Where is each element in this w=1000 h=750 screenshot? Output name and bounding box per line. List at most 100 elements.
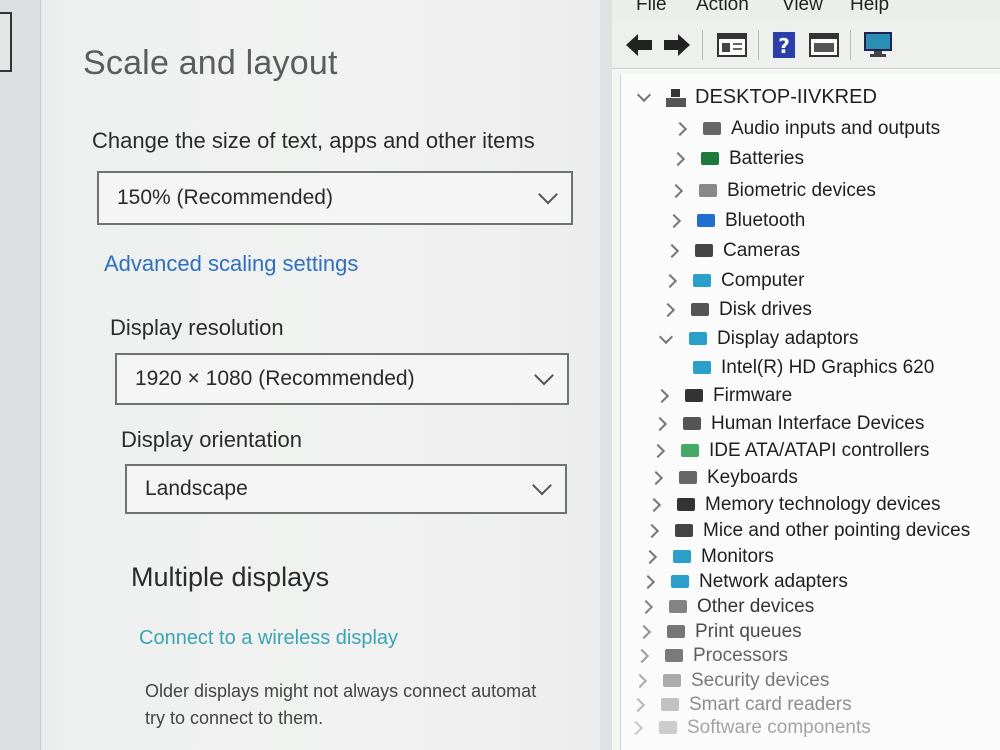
back-arrow-icon[interactable] <box>624 30 654 60</box>
scale-value: 150% (Recommended) <box>117 186 333 209</box>
software-icon <box>659 721 677 734</box>
device-category[interactable]: Software components <box>628 717 871 739</box>
device-category[interactable]: Firmware <box>654 385 792 407</box>
device-category[interactable]: Display adaptors <box>658 328 859 350</box>
advanced-scaling-link[interactable]: Advanced scaling settings <box>104 251 358 277</box>
fingerprint-icon <box>699 184 717 197</box>
chevron-down-icon[interactable] <box>658 329 674 344</box>
device-category-label: Display adaptors <box>717 328 859 349</box>
display-adapter-icon <box>693 361 711 374</box>
device-category-label: Disk drives <box>719 299 812 320</box>
chevron-right-icon[interactable] <box>644 523 660 539</box>
scale-dropdown[interactable]: 150% (Recommended) <box>97 171 573 225</box>
device-category[interactable]: IDE ATA/ATAPI controllers <box>650 440 930 462</box>
chevron-right-icon[interactable] <box>652 416 668 432</box>
chevron-right-icon[interactable] <box>650 443 666 459</box>
chevron-down-icon[interactable] <box>636 87 652 103</box>
bluetooth-icon <box>697 214 715 227</box>
chevron-right-icon[interactable] <box>672 121 688 137</box>
device-item[interactable]: Intel(R) HD Graphics 620 <box>691 357 934 379</box>
chevron-right-icon[interactable] <box>648 470 664 486</box>
battery-icon <box>701 152 719 165</box>
help-icon[interactable]: ? <box>770 30 798 60</box>
forward-arrow-icon[interactable] <box>662 30 692 60</box>
menu-view[interactable]: View <box>782 0 823 16</box>
device-category[interactable]: Other devices <box>638 596 814 618</box>
older-displays-line2: try to connect to them. <box>145 708 324 728</box>
device-category[interactable]: Smart card readers <box>630 694 852 716</box>
network-icon <box>671 575 689 588</box>
mouse-icon <box>675 524 693 537</box>
resolution-dropdown[interactable]: 1920 × 1080 (Recommended) <box>115 353 569 405</box>
chevron-right-icon[interactable] <box>628 720 644 736</box>
other-device-icon <box>669 600 687 613</box>
device-category[interactable]: Print queues <box>636 621 802 643</box>
device-tree: DESKTOP-IIVKRED Audio inputs and outputs… <box>620 74 1000 750</box>
device-category-label: Mice and other pointing devices <box>703 520 971 541</box>
device-category-label: Cameras <box>723 240 801 261</box>
toolbar-separator <box>702 30 703 60</box>
device-category-label: Print queues <box>695 621 802 642</box>
toolbar-separator <box>850 30 851 60</box>
menu-action[interactable]: Action <box>696 0 749 16</box>
chevron-right-icon[interactable] <box>646 497 662 513</box>
device-category[interactable]: Bluetooth <box>666 210 806 232</box>
camera-icon <box>695 244 713 257</box>
device-category[interactable]: Memory technology devices <box>646 494 941 516</box>
svg-text:?: ? <box>778 34 790 58</box>
device-category-label: Bluetooth <box>725 210 806 231</box>
device-category-label: Processors <box>693 645 789 666</box>
chevron-right-icon[interactable] <box>668 183 684 199</box>
resolution-label: Display resolution <box>110 315 284 340</box>
orientation-value: Landscape <box>145 477 248 500</box>
device-category[interactable]: Disk drives <box>660 299 812 321</box>
chevron-right-icon[interactable] <box>630 697 646 713</box>
chevron-right-icon[interactable] <box>640 574 656 590</box>
device-category[interactable]: Processors <box>634 645 789 667</box>
menu-file[interactable]: File <box>636 0 667 16</box>
device-category[interactable]: Computer <box>662 270 804 292</box>
device-category-label: Monitors <box>701 546 774 567</box>
chevron-right-icon[interactable] <box>654 388 670 404</box>
chevron-right-icon[interactable] <box>664 243 680 259</box>
update-driver-icon[interactable] <box>808 30 840 60</box>
chevron-right-icon[interactable] <box>638 599 654 615</box>
chevron-right-icon[interactable] <box>662 273 678 289</box>
device-category[interactable]: Human Interface Devices <box>652 413 924 435</box>
orientation-dropdown[interactable]: Landscape <box>125 464 567 514</box>
toolbar-separator <box>758 30 759 60</box>
processor-icon <box>665 649 683 662</box>
chevron-right-icon[interactable] <box>642 549 658 565</box>
device-category[interactable]: Mice and other pointing devices <box>644 520 971 542</box>
toolbar: ? <box>612 22 1000 69</box>
properties-window-icon[interactable] <box>716 30 748 60</box>
orientation-label: Display orientation <box>121 427 302 452</box>
device-category[interactable]: Batteries <box>670 148 804 170</box>
chevron-right-icon[interactable] <box>666 213 682 229</box>
ide-icon <box>681 444 699 457</box>
device-category[interactable]: Monitors <box>642 546 774 568</box>
printer-icon <box>667 625 685 638</box>
device-category[interactable]: Keyboards <box>648 467 798 489</box>
edge-frame <box>0 12 12 72</box>
device-category[interactable]: Biometric devices <box>668 180 876 202</box>
wireless-display-link[interactable]: Connect to a wireless display <box>139 627 398 650</box>
chevron-right-icon[interactable] <box>636 624 652 640</box>
device-category-label: Keyboards <box>707 467 798 488</box>
device-category[interactable]: Cameras <box>664 240 801 262</box>
keyboard-icon <box>679 471 697 484</box>
menu-help[interactable]: Help <box>850 0 889 16</box>
chevron-right-icon[interactable] <box>634 648 650 664</box>
device-category-label: IDE ATA/ATAPI controllers <box>709 440 930 461</box>
chevron-right-icon[interactable] <box>670 151 686 167</box>
device-category[interactable]: Network adapters <box>640 571 848 593</box>
chevron-right-icon[interactable] <box>660 302 676 318</box>
tree-root[interactable]: DESKTOP-IIVKRED <box>636 86 877 109</box>
device-category[interactable]: Security devices <box>632 670 829 692</box>
device-category-label: Audio inputs and outputs <box>731 118 941 139</box>
scan-hardware-icon[interactable] <box>862 30 894 60</box>
device-category[interactable]: Audio inputs and outputs <box>672 118 941 140</box>
chevron-right-icon[interactable] <box>632 673 648 689</box>
left-window-edge <box>0 0 41 750</box>
chevron-down-icon <box>538 184 558 205</box>
